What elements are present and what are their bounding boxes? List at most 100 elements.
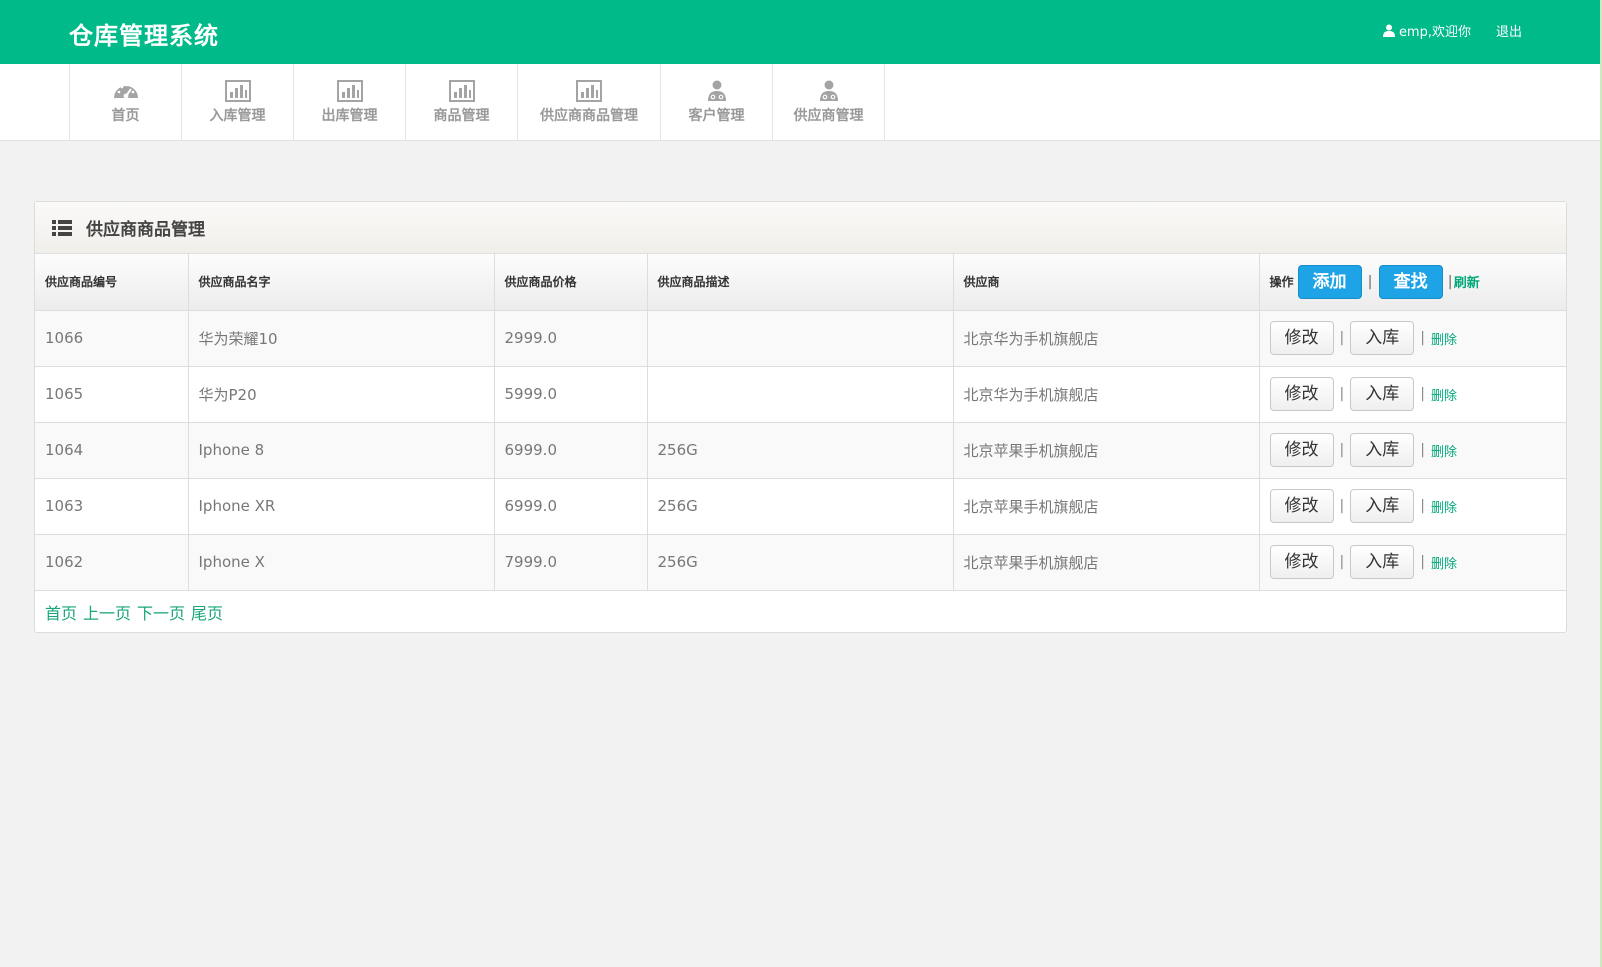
nav-item-stock-out[interactable]: 出库管理 bbox=[294, 64, 406, 141]
divider: | bbox=[1420, 442, 1425, 458]
nav-item-home[interactable]: 首页 bbox=[70, 64, 182, 141]
cell-desc: 256G bbox=[647, 422, 954, 479]
cell-price: 2999.0 bbox=[494, 310, 648, 367]
bar-chart-icon bbox=[224, 80, 251, 102]
cell-name: Iphone X bbox=[188, 534, 495, 591]
cell-name: Iphone 8 bbox=[188, 422, 495, 479]
cell-desc bbox=[647, 310, 954, 367]
col-header-id: 供应商品编号 bbox=[35, 254, 189, 311]
stock-in-button[interactable]: 入库 bbox=[1350, 321, 1415, 355]
col-header-name: 供应商品名字 bbox=[188, 254, 495, 311]
cell-name: 华为P20 bbox=[188, 366, 495, 423]
top-header: 仓库管理系统 emp,欢迎你 退出 bbox=[0, 0, 1602, 64]
col-header-ops: 操作 添加 | 查找 | 刷新 bbox=[1259, 254, 1566, 311]
cell-id: 1064 bbox=[35, 422, 189, 479]
divider: | bbox=[1339, 554, 1345, 570]
dashboard-icon bbox=[113, 83, 138, 99]
cell-desc bbox=[647, 366, 954, 423]
delete-link[interactable]: 删除 bbox=[1431, 553, 1457, 572]
edit-button[interactable]: 修改 bbox=[1269, 377, 1334, 411]
nav-label: 客户管理 bbox=[688, 108, 745, 124]
divider: | bbox=[1339, 442, 1345, 458]
table-row: 1062 Iphone X 7999.0 256G 北京苹果手机旗舰店 修改 |… bbox=[35, 534, 1566, 591]
nav-label: 供应商商品管理 bbox=[540, 108, 638, 124]
panel-header: 供应商商品管理 bbox=[35, 202, 1566, 254]
divider: | bbox=[1420, 554, 1425, 570]
cell-desc: 256G bbox=[647, 478, 954, 535]
divider: | bbox=[1420, 386, 1425, 402]
cell-id: 1063 bbox=[35, 478, 189, 535]
stock-in-button[interactable]: 入库 bbox=[1350, 489, 1415, 523]
cell-supplier: 北京苹果手机旗舰店 bbox=[953, 478, 1260, 535]
cell-id: 1065 bbox=[35, 366, 189, 423]
nav-label: 商品管理 bbox=[433, 108, 490, 124]
refresh-link[interactable]: 刷新 bbox=[1454, 272, 1480, 291]
delete-link[interactable]: 删除 bbox=[1431, 497, 1457, 516]
nav-item-customers[interactable]: 客户管理 bbox=[661, 64, 773, 141]
divider: | bbox=[1367, 273, 1373, 290]
supplier-goods-table: 供应商品编号 供应商品名字 供应商品价格 供应商品描述 供应商 操作 添加 | … bbox=[35, 254, 1566, 591]
nav-label: 首页 bbox=[111, 108, 140, 124]
cell-price: 5999.0 bbox=[494, 366, 648, 423]
edit-button[interactable]: 修改 bbox=[1269, 321, 1334, 355]
nav-label: 供应商管理 bbox=[793, 108, 864, 124]
cell-supplier: 北京华为手机旗舰店 bbox=[953, 310, 1260, 367]
cell-price: 7999.0 bbox=[494, 534, 648, 591]
cell-price: 6999.0 bbox=[494, 422, 648, 479]
logout-link[interactable]: 退出 bbox=[1496, 21, 1522, 40]
edit-button[interactable]: 修改 bbox=[1269, 489, 1334, 523]
search-button[interactable]: 查找 bbox=[1378, 264, 1443, 299]
cell-id: 1062 bbox=[35, 534, 189, 591]
welcome-text: emp,欢迎你 bbox=[1398, 25, 1471, 40]
cell-ops: 修改 | 入库 | 删除 bbox=[1259, 534, 1566, 591]
stock-in-button[interactable]: 入库 bbox=[1350, 545, 1415, 579]
cell-name: Iphone XR bbox=[188, 478, 495, 535]
divider: | bbox=[1339, 386, 1345, 402]
delete-link[interactable]: 删除 bbox=[1431, 385, 1457, 404]
supplier-goods-panel: 供应商商品管理 供应商品编号 供应商品名字 供应商品价格 供应商品描述 供应商 … bbox=[34, 201, 1567, 633]
delete-link[interactable]: 删除 bbox=[1431, 441, 1457, 460]
stock-in-button[interactable]: 入库 bbox=[1350, 377, 1415, 411]
bar-chart-icon bbox=[576, 80, 602, 102]
last-page-link[interactable]: 尾页 bbox=[191, 600, 223, 624]
cell-supplier: 北京华为手机旗舰店 bbox=[953, 366, 1260, 423]
table-row: 1065 华为P20 5999.0 北京华为手机旗舰店 修改 | 入库 | 删除 bbox=[35, 366, 1566, 423]
first-page-link[interactable]: 首页 bbox=[45, 600, 77, 624]
table-row: 1063 Iphone XR 6999.0 256G 北京苹果手机旗舰店 修改 … bbox=[35, 478, 1566, 535]
cell-supplier: 北京苹果手机旗舰店 bbox=[953, 422, 1260, 479]
panel-title: 供应商商品管理 bbox=[86, 220, 205, 240]
app-title: 仓库管理系统 bbox=[69, 22, 219, 50]
divider: | bbox=[1447, 273, 1453, 290]
user-group-icon bbox=[707, 80, 726, 101]
nav-label: 出库管理 bbox=[321, 108, 378, 124]
prev-page-link[interactable]: 上一页 bbox=[83, 600, 131, 624]
stock-in-button[interactable]: 入库 bbox=[1350, 433, 1415, 467]
nav-item-stock-in[interactable]: 入库管理 bbox=[182, 64, 294, 141]
cell-desc: 256G bbox=[647, 534, 954, 591]
next-page-link[interactable]: 下一页 bbox=[137, 600, 185, 624]
nav-item-goods[interactable]: 商品管理 bbox=[406, 64, 518, 141]
cell-ops: 修改 | 入库 | 删除 bbox=[1259, 478, 1566, 535]
nav-item-supplier-goods[interactable]: 供应商商品管理 bbox=[518, 64, 661, 141]
nav-item-suppliers[interactable]: 供应商管理 bbox=[773, 64, 885, 141]
edit-button[interactable]: 修改 bbox=[1269, 545, 1334, 579]
cell-id: 1066 bbox=[35, 310, 189, 367]
add-button[interactable]: 添加 bbox=[1297, 264, 1362, 299]
bar-chart-icon bbox=[448, 80, 475, 102]
user-area: emp,欢迎你 退出 bbox=[1382, 21, 1522, 40]
table-header-row: 供应商品编号 供应商品名字 供应商品价格 供应商品描述 供应商 操作 添加 | … bbox=[35, 254, 1566, 311]
col-header-desc: 供应商品描述 bbox=[647, 254, 954, 311]
list-icon bbox=[52, 219, 72, 236]
cell-ops: 修改 | 入库 | 删除 bbox=[1259, 310, 1566, 367]
col-header-supplier: 供应商 bbox=[953, 254, 1260, 311]
divider: | bbox=[1339, 498, 1345, 514]
cell-supplier: 北京苹果手机旗舰店 bbox=[953, 534, 1260, 591]
edit-button[interactable]: 修改 bbox=[1269, 433, 1334, 467]
table-row: 1066 华为荣耀10 2999.0 北京华为手机旗舰店 修改 | 入库 | 删… bbox=[35, 310, 1566, 367]
nav-label: 入库管理 bbox=[209, 108, 266, 124]
cell-ops: 修改 | 入库 | 删除 bbox=[1259, 366, 1566, 423]
cell-name: 华为荣耀10 bbox=[188, 310, 495, 367]
delete-link[interactable]: 删除 bbox=[1431, 329, 1457, 348]
col-header-price: 供应商品价格 bbox=[494, 254, 648, 311]
cell-price: 6999.0 bbox=[494, 478, 648, 535]
